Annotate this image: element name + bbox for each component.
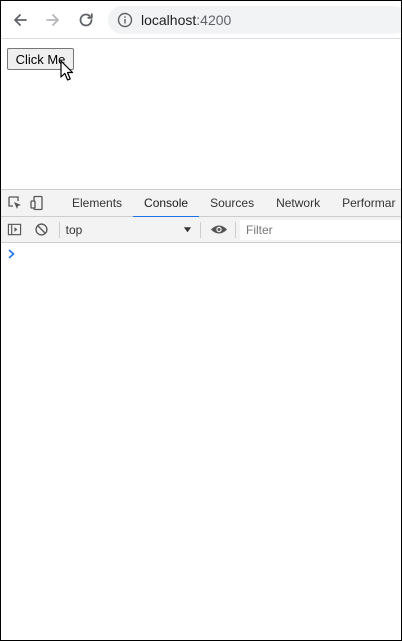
address-bar[interactable]: localhost:4200 [108, 6, 401, 34]
console-toolbar: top [1, 217, 401, 243]
forward-button[interactable] [42, 9, 64, 31]
mouse-pointer-icon [60, 60, 74, 81]
dropdown-arrow-icon [183, 223, 192, 237]
arrow-right-icon [46, 14, 59, 26]
info-icon[interactable] [117, 12, 133, 28]
tab-sources[interactable]: Sources [199, 190, 265, 217]
reload-button[interactable] [75, 9, 97, 31]
toolbar-divider [200, 221, 202, 238]
tab-performance[interactable]: Performar [331, 190, 401, 217]
devtools-tab-bar: Elements Console Sources Network Perform… [1, 189, 401, 218]
eye-icon[interactable] [207, 221, 231, 239]
clear-console-icon[interactable] [33, 221, 51, 239]
arrow-left-icon [14, 14, 27, 26]
inspect-element-icon[interactable] [7, 194, 23, 212]
url-port: :4200 [196, 12, 232, 28]
tab-elements[interactable]: Elements [61, 190, 133, 217]
page-viewport: Click Me [1, 40, 401, 189]
console-prompt-icon [8, 249, 15, 259]
tab-console[interactable]: Console [133, 190, 200, 218]
toolbar-divider [235, 221, 236, 238]
url-text: localhost:4200 [141, 12, 231, 28]
device-toggle-icon[interactable] [29, 194, 45, 212]
console-output[interactable] [1, 244, 401, 640]
context-select[interactable]: top [60, 220, 199, 240]
url-host: localhost [141, 12, 197, 28]
context-value: top [65, 222, 83, 237]
browser-toolbar: localhost:4200 [1, 1, 401, 39]
back-button[interactable] [9, 9, 31, 31]
filter-input[interactable] [239, 219, 401, 240]
sidebar-toggle-icon[interactable] [6, 221, 24, 239]
reload-icon [79, 13, 93, 27]
browser-window: localhost:4200 Click Me Elements Console… [0, 0, 402, 641]
tab-network[interactable]: Network [265, 190, 331, 217]
